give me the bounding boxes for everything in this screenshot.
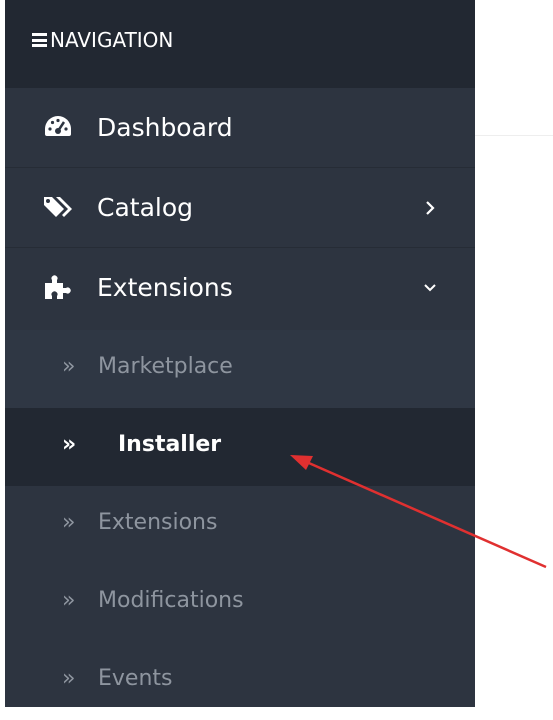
submenu-item-label: Installer [118, 432, 222, 457]
submenu-item-events[interactable]: » Events [5, 642, 475, 720]
menu-item-extensions[interactable]: Extensions [5, 248, 475, 328]
submenu-item-label: Modifications [98, 588, 244, 613]
menu-item-dashboard[interactable]: Dashboard [5, 88, 475, 168]
submenu-item-modifications[interactable]: » Modifications [5, 564, 475, 642]
menu-item-label: Extensions [97, 273, 233, 302]
double-chevron-right-icon: » [62, 432, 77, 457]
tags-icon [44, 197, 72, 217]
nav-header-title: NAVIGATION [50, 28, 174, 52]
submenu-item-marketplace[interactable]: » Marketplace [5, 330, 475, 408]
menu-item-label: Catalog [97, 193, 194, 222]
submenu-item-label: Events [98, 666, 173, 691]
menu-item-catalog[interactable]: Catalog [5, 168, 475, 248]
double-chevron-right-icon: » [62, 666, 76, 691]
double-chevron-right-icon: » [62, 588, 76, 613]
chevron-down-icon [424, 284, 436, 292]
submenu-item-extensions[interactable]: » Extensions [5, 486, 475, 564]
chevron-right-icon [426, 201, 435, 215]
double-chevron-right-icon: » [62, 354, 76, 379]
menu-item-label: Dashboard [97, 113, 233, 142]
submenu-item-label: Marketplace [98, 354, 233, 379]
submenu-item-installer[interactable]: » Installer [5, 408, 475, 486]
sidebar: NAVIGATION Dashboard Catalog Extensions … [5, 0, 475, 707]
double-chevron-right-icon: » [62, 510, 76, 535]
dashboard-icon [45, 116, 71, 136]
puzzle-icon [45, 275, 71, 299]
nav-header: NAVIGATION [5, 0, 475, 88]
extensions-submenu: » Marketplace » Installer » Extensions »… [5, 330, 475, 707]
submenu-item-label: Extensions [98, 510, 218, 535]
content-divider [475, 135, 553, 136]
hamburger-icon [32, 33, 47, 47]
nav-header-toggle[interactable]: NAVIGATION [32, 28, 173, 52]
